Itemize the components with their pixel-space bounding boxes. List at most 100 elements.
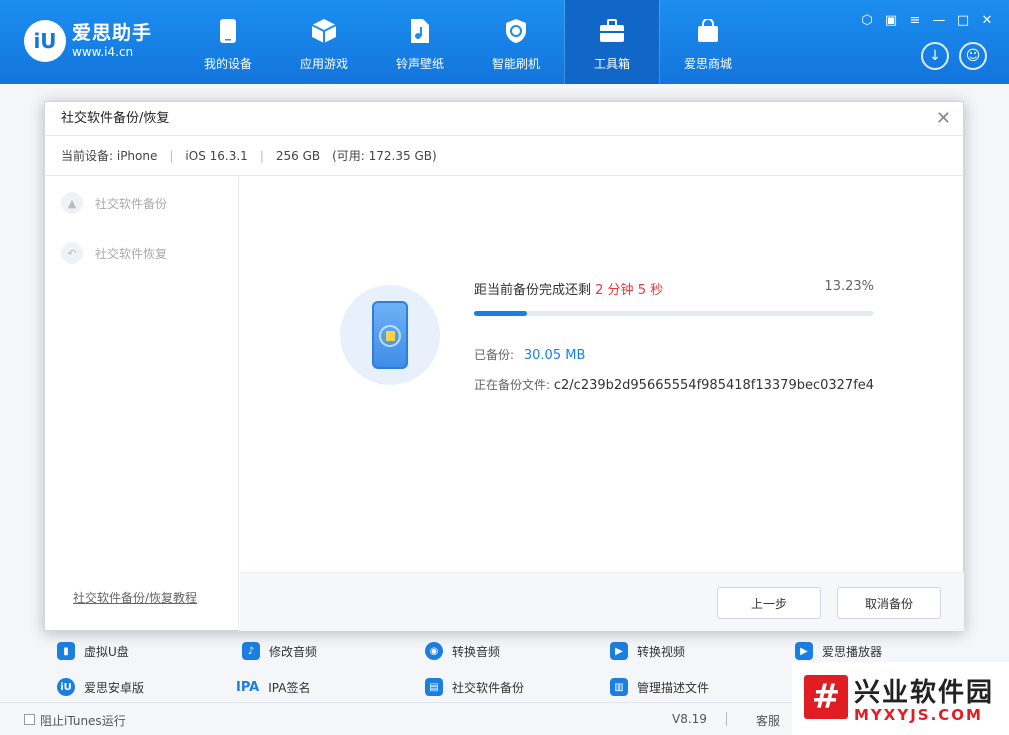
- tool-profiles[interactable]: ▥ 管理描述文件: [610, 678, 709, 696]
- tool-label: 转换音频: [452, 644, 501, 659]
- main-nav: 我的设备 应用游戏 铃声壁纸 智能刷机 工具箱 爱思商城: [180, 0, 756, 84]
- tool-label: 社交软件备份: [452, 680, 525, 695]
- prev-button[interactable]: 上一步: [717, 587, 821, 619]
- backed-label: 已备份:: [474, 348, 515, 362]
- info-divider: |: [169, 149, 174, 163]
- social-backup-icon: ▤: [425, 678, 443, 696]
- tool-android[interactable]: iU 爱思安卓版: [57, 678, 144, 696]
- profile-icon: ▥: [610, 678, 628, 696]
- restore-icon: ↶: [61, 242, 83, 264]
- logo-mark: iU: [24, 20, 66, 62]
- sidebar-item-backup[interactable]: ▲ 社交软件备份: [61, 192, 167, 214]
- phone-image: [372, 301, 408, 369]
- social-backup-dialog: 社交软件备份/恢复 ✕ 当前设备: iPhone | iOS 16.3.1 | …: [44, 101, 964, 632]
- settings-icon[interactable]: ▣: [883, 12, 899, 28]
- nav-ringtones[interactable]: 铃声壁纸: [372, 0, 468, 84]
- dialog-title-bar: 社交软件备份/恢复 ✕: [45, 102, 963, 136]
- tool-player[interactable]: ▶ 爱思播放器: [795, 642, 882, 660]
- current-file-row: 正在备份文件: c2/c239b2d95665554f985418f13379b…: [474, 376, 874, 393]
- itunes-block-checkbox[interactable]: [24, 714, 35, 725]
- backed-up-row: 已备份: 30.05 MB: [474, 346, 585, 363]
- device-label: 当前设备: iPhone: [61, 149, 158, 163]
- sidebar-item-restore[interactable]: ↶ 社交软件恢复: [61, 242, 167, 264]
- ipa-icon: IPA: [236, 679, 260, 695]
- phone-illustration: [340, 285, 440, 385]
- watermark-url: MYXYJS.COM: [854, 706, 983, 724]
- file-label: 正在备份文件:: [474, 378, 551, 392]
- tool-label: IPA签名: [268, 680, 311, 695]
- tool-edit-audio[interactable]: ♪ 修改音频: [242, 642, 317, 660]
- tool-convert-video[interactable]: ▶ 转换视频: [610, 642, 685, 660]
- app-name: 爱思助手: [72, 22, 153, 44]
- close-icon[interactable]: ✕: [936, 102, 951, 136]
- tool-label: 爱思安卓版: [84, 680, 145, 695]
- dialog-title: 社交软件备份/恢复: [61, 111, 170, 126]
- device-info: 当前设备: iPhone | iOS 16.3.1 | 256 GB (可用: …: [45, 136, 963, 176]
- backed-value: 30.05 MB: [523, 348, 586, 363]
- skin-icon[interactable]: ⬡: [859, 12, 875, 28]
- backup-progress-panel: 距当前备份完成还剩 2 分钟 5 秒 13.23% 已备份: 30.05 MB …: [240, 177, 964, 572]
- phone-icon: [214, 17, 242, 45]
- cancel-backup-button[interactable]: 取消备份: [837, 587, 941, 619]
- audio-edit-icon: ♪: [242, 642, 260, 660]
- nav-label: 工具箱: [593, 57, 630, 71]
- watermark-logo: #: [804, 675, 848, 719]
- usb-drive-icon: ▮: [57, 642, 75, 660]
- app-url: www.i4.cn: [72, 45, 134, 59]
- backup-icon: ▲: [61, 192, 83, 214]
- nav-label: 智能刷机: [491, 57, 540, 71]
- nav-label: 我的设备: [203, 57, 252, 71]
- tool-label: 虚拟U盘: [84, 644, 129, 659]
- remaining-prefix: 距当前备份完成还剩: [474, 283, 592, 298]
- customer-service-link[interactable]: 客服: [756, 712, 780, 729]
- tool-virtual-udisk[interactable]: ▮ 虚拟U盘: [57, 642, 129, 660]
- info-divider: |: [259, 149, 264, 163]
- sidebar-item-label: 社交软件恢复: [95, 246, 168, 261]
- tool-label: 管理描述文件: [637, 680, 710, 695]
- top-bar: iU 爱思助手 www.i4.cn 我的设备 应用游戏 铃声壁纸 智能刷机 工具…: [0, 0, 1009, 84]
- window-controls: ⬡ ▣ ≡ — □ ✕: [859, 12, 995, 28]
- device-capacity: 256 GB: [275, 149, 321, 163]
- tool-social-backup[interactable]: ▤ 社交软件备份: [425, 678, 524, 696]
- nav-toolbox[interactable]: 工具箱: [565, 0, 659, 84]
- tutorial-link[interactable]: 社交软件备份/恢复教程: [73, 589, 197, 606]
- minimize-icon[interactable]: —: [931, 12, 947, 28]
- close-icon[interactable]: ✕: [979, 12, 995, 28]
- nav-label: 应用游戏: [299, 57, 348, 71]
- tool-ipa-sign[interactable]: IPA IPA签名: [236, 678, 310, 696]
- remaining-time: 2 分钟 5 秒: [595, 283, 664, 298]
- itunes-block-label[interactable]: 阻止iTunes运行: [40, 712, 126, 729]
- app-logo[interactable]: iU 爱思助手 www.i4.cn: [24, 20, 152, 62]
- toolbox-icon: [598, 17, 626, 45]
- progress-percent: 13.23%: [824, 279, 874, 294]
- sidebar-item-label: 社交软件备份: [95, 196, 168, 211]
- nav-label: 铃声壁纸: [395, 57, 444, 71]
- tool-convert-audio[interactable]: ◉ 转换音频: [425, 642, 500, 660]
- dialog-footer: 上一步 取消备份: [240, 572, 964, 631]
- tool-label: 转换视频: [637, 644, 686, 659]
- shield-refresh-icon: [502, 17, 530, 45]
- file-value: c2/c239b2d95665554f985418f13379bec0327fe…: [553, 378, 874, 393]
- nav-store[interactable]: 爱思商城: [660, 0, 756, 84]
- nav-my-device[interactable]: 我的设备: [180, 0, 276, 84]
- remaining-time-row: 距当前备份完成还剩 2 分钟 5 秒 13.23%: [474, 279, 874, 298]
- maximize-icon[interactable]: □: [955, 12, 971, 28]
- dialog-sidebar: ▲ 社交软件备份 ↶ 社交软件恢复 社交软件备份/恢复教程: [45, 177, 239, 632]
- nav-flash[interactable]: 智能刷机: [468, 0, 564, 84]
- download-icon[interactable]: ↓: [921, 42, 949, 70]
- shopping-bag-icon: [694, 17, 722, 45]
- tool-label: 爱思播放器: [822, 644, 883, 659]
- nav-label: 爱思商城: [683, 57, 732, 71]
- cube-icon: [310, 17, 338, 45]
- watermark-name: 兴业软件园: [854, 678, 995, 708]
- android-icon: iU: [57, 678, 75, 696]
- menu-icon[interactable]: ≡: [907, 12, 923, 28]
- progress-bar: [474, 311, 874, 316]
- progress-bar-fill: [474, 311, 527, 316]
- video-convert-icon: ▶: [610, 642, 628, 660]
- nav-apps-games[interactable]: 应用游戏: [276, 0, 372, 84]
- ios-version: iOS 16.3.1: [185, 149, 248, 163]
- tool-label: 修改音频: [269, 644, 318, 659]
- music-file-icon: [406, 17, 434, 45]
- user-icon[interactable]: ☺: [959, 42, 987, 70]
